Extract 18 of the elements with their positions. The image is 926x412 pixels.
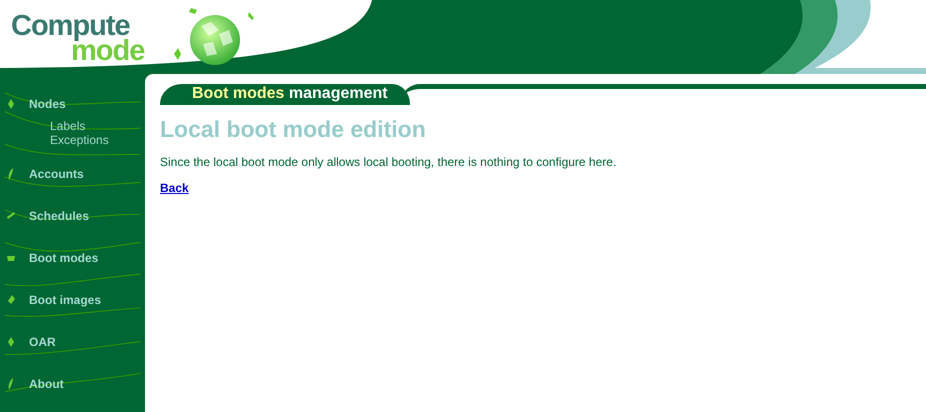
sidebar-item[interactable]: About (29, 377, 64, 391)
sidebar-item[interactable]: OAR (29, 335, 56, 349)
sidebar-subitem[interactable]: Exceptions (50, 133, 109, 147)
back-link[interactable]: Back (160, 181, 189, 195)
sidebar-item[interactable]: Boot modes (29, 251, 98, 265)
sidebar-item[interactable]: Nodes (29, 97, 66, 111)
message-text: Since the local boot mode only allows local booting, there is nothing to configure here. (160, 155, 618, 169)
sidebar-subitem[interactable]: Labels (50, 119, 86, 133)
leaf-icon (6, 167, 16, 181)
logo-text: mode (71, 38, 144, 64)
section-title: Boot modes management (160, 84, 410, 105)
leaf-icon (6, 335, 16, 349)
page-title: Local boot mode edition (160, 116, 427, 143)
leaf-icon (6, 97, 16, 111)
sidebar-item[interactable]: Schedules (29, 209, 90, 223)
sidebar-item[interactable]: Accounts (29, 167, 84, 181)
sidebar-item[interactable]: Boot images (29, 293, 102, 307)
leaf-icon (6, 377, 16, 391)
